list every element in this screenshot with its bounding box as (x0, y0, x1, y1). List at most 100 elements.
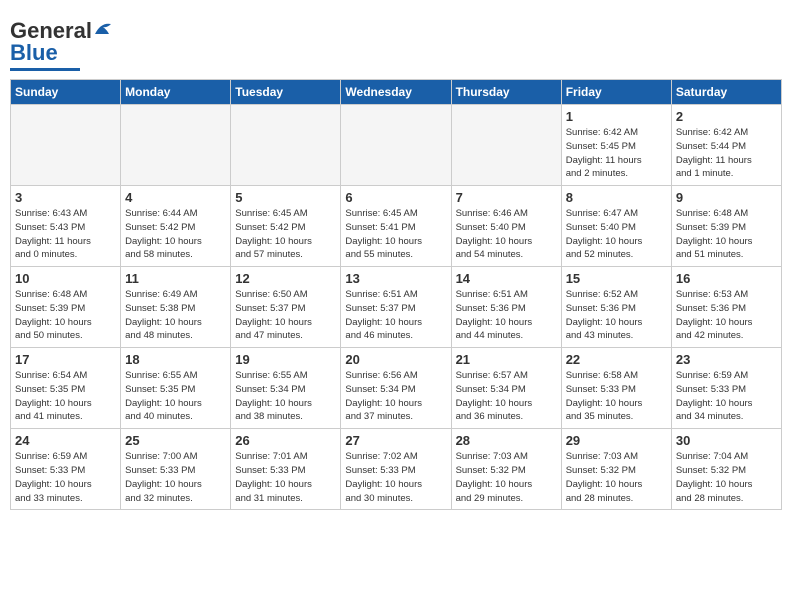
day-number: 15 (566, 271, 667, 286)
day-info: Sunrise: 6:51 AM Sunset: 5:36 PM Dayligh… (456, 288, 557, 343)
day-number: 13 (345, 271, 446, 286)
calendar-cell (121, 105, 231, 186)
day-number: 19 (235, 352, 336, 367)
calendar-body: 1Sunrise: 6:42 AM Sunset: 5:45 PM Daylig… (11, 105, 782, 510)
calendar-cell: 23Sunrise: 6:59 AM Sunset: 5:33 PM Dayli… (671, 348, 781, 429)
day-info: Sunrise: 6:54 AM Sunset: 5:35 PM Dayligh… (15, 369, 116, 424)
calendar-cell: 6 Sunrise: 6:45 AM Sunset: 5:41 PM Daylig… (341, 186, 451, 267)
calendar-cell: 7 Sunrise: 6:46 AM Sunset: 5:40 PM Daylig… (451, 186, 561, 267)
calendar-cell: 14Sunrise: 6:51 AM Sunset: 5:36 PM Dayli… (451, 267, 561, 348)
day-info: Sunrise: 7:01 AM Sunset: 5:33 PM Dayligh… (235, 450, 336, 505)
logo-underline (10, 68, 80, 71)
day-info: Sunrise: 6:57 AM Sunset: 5:34 PM Dayligh… (456, 369, 557, 424)
calendar-cell (341, 105, 451, 186)
calendar-cell: 10 Sunrise: 6:48 AM Sunset: 5:39 PM Dayli… (11, 267, 121, 348)
day-info: Sunrise: 6:50 AM Sunset: 5:37 PM Dayligh… (235, 288, 336, 343)
day-number: 30 (676, 433, 777, 448)
calendar-cell: 8 Sunrise: 6:47 AM Sunset: 5:40 PM Daylig… (561, 186, 671, 267)
logo: General Blue (10, 18, 115, 71)
day-number: 27 (345, 433, 446, 448)
day-info: Sunrise: 6:45 AM Sunset: 5:41 PM Dayligh… (345, 207, 446, 262)
day-number: 9 (676, 190, 777, 205)
calendar-cell: 21 Sunrise: 6:57 AM Sunset: 5:34 PM Dayli… (451, 348, 561, 429)
day-number: 12 (235, 271, 336, 286)
day-number: 4 (125, 190, 226, 205)
day-number: 16 (676, 271, 777, 286)
calendar-cell: 22 Sunrise: 6:58 AM Sunset: 5:33 PM Dayli… (561, 348, 671, 429)
calendar-cell: 25Sunrise: 7:00 AM Sunset: 5:33 PM Dayli… (121, 429, 231, 510)
day-info: Sunrise: 6:48 AM Sunset: 5:39 PM Dayligh… (676, 207, 777, 262)
day-info: Sunrise: 6:46 AM Sunset: 5:40 PM Dayligh… (456, 207, 557, 262)
day-number: 10 (15, 271, 116, 286)
day-info: Sunrise: 6:53 AM Sunset: 5:36 PM Dayligh… (676, 288, 777, 343)
day-info: Sunrise: 6:42 AM Sunset: 5:44 PM Dayligh… (676, 126, 777, 181)
day-number: 3 (15, 190, 116, 205)
day-info: Sunrise: 6:58 AM Sunset: 5:33 PM Dayligh… (566, 369, 667, 424)
calendar-week-row: 10 Sunrise: 6:48 AM Sunset: 5:39 PM Dayli… (11, 267, 782, 348)
calendar-week-row: 17 Sunrise: 6:54 AM Sunset: 5:35 PM Dayli… (11, 348, 782, 429)
calendar-cell: 24Sunrise: 6:59 AM Sunset: 5:33 PM Dayli… (11, 429, 121, 510)
day-number: 8 (566, 190, 667, 205)
day-info: Sunrise: 6:51 AM Sunset: 5:37 PM Dayligh… (345, 288, 446, 343)
calendar-cell: 19 Sunrise: 6:55 AM Sunset: 5:34 PM Dayli… (231, 348, 341, 429)
calendar-day-header: Monday (121, 80, 231, 105)
calendar-cell: 18Sunrise: 6:55 AM Sunset: 5:35 PM Dayli… (121, 348, 231, 429)
calendar-day-header: Wednesday (341, 80, 451, 105)
day-number: 11 (125, 271, 226, 286)
calendar-day-header: Sunday (11, 80, 121, 105)
calendar-cell: 2 Sunrise: 6:42 AM Sunset: 5:44 PM Daylig… (671, 105, 781, 186)
calendar-day-header: Thursday (451, 80, 561, 105)
calendar-cell: 16 Sunrise: 6:53 AM Sunset: 5:36 PM Dayli… (671, 267, 781, 348)
calendar-day-header: Tuesday (231, 80, 341, 105)
day-number: 7 (456, 190, 557, 205)
day-number: 24 (15, 433, 116, 448)
day-number: 17 (15, 352, 116, 367)
day-number: 28 (456, 433, 557, 448)
calendar-week-row: 1Sunrise: 6:42 AM Sunset: 5:45 PM Daylig… (11, 105, 782, 186)
calendar-cell: 1Sunrise: 6:42 AM Sunset: 5:45 PM Daylig… (561, 105, 671, 186)
calendar-cell (11, 105, 121, 186)
day-info: Sunrise: 6:59 AM Sunset: 5:33 PM Dayligh… (676, 369, 777, 424)
day-info: Sunrise: 7:02 AM Sunset: 5:33 PM Dayligh… (345, 450, 446, 505)
day-info: Sunrise: 6:48 AM Sunset: 5:39 PM Dayligh… (15, 288, 116, 343)
day-number: 6 (345, 190, 446, 205)
day-info: Sunrise: 6:47 AM Sunset: 5:40 PM Dayligh… (566, 207, 667, 262)
day-number: 21 (456, 352, 557, 367)
calendar-cell: 3Sunrise: 6:43 AM Sunset: 5:43 PM Daylig… (11, 186, 121, 267)
day-number: 29 (566, 433, 667, 448)
day-number: 22 (566, 352, 667, 367)
day-number: 26 (235, 433, 336, 448)
calendar-cell (231, 105, 341, 186)
calendar-cell: 13 Sunrise: 6:51 AM Sunset: 5:37 PM Dayli… (341, 267, 451, 348)
day-info: Sunrise: 6:49 AM Sunset: 5:38 PM Dayligh… (125, 288, 226, 343)
calendar-cell: 28 Sunrise: 7:03 AM Sunset: 5:32 PM Dayli… (451, 429, 561, 510)
day-info: Sunrise: 6:55 AM Sunset: 5:35 PM Dayligh… (125, 369, 226, 424)
page-header: General Blue (10, 10, 782, 71)
day-info: Sunrise: 7:04 AM Sunset: 5:32 PM Dayligh… (676, 450, 777, 505)
calendar-week-row: 24Sunrise: 6:59 AM Sunset: 5:33 PM Dayli… (11, 429, 782, 510)
day-info: Sunrise: 7:03 AM Sunset: 5:32 PM Dayligh… (456, 450, 557, 505)
day-info: Sunrise: 6:42 AM Sunset: 5:45 PM Dayligh… (566, 126, 667, 181)
calendar-cell: 5 Sunrise: 6:45 AM Sunset: 5:42 PM Daylig… (231, 186, 341, 267)
day-info: Sunrise: 7:00 AM Sunset: 5:33 PM Dayligh… (125, 450, 226, 505)
day-number: 5 (235, 190, 336, 205)
logo-bird-icon (93, 20, 115, 38)
calendar-cell: 4Sunrise: 6:44 AM Sunset: 5:42 PM Daylig… (121, 186, 231, 267)
calendar-cell: 20Sunrise: 6:56 AM Sunset: 5:34 PM Dayli… (341, 348, 451, 429)
calendar-day-header: Saturday (671, 80, 781, 105)
day-info: Sunrise: 6:52 AM Sunset: 5:36 PM Dayligh… (566, 288, 667, 343)
day-info: Sunrise: 7:03 AM Sunset: 5:32 PM Dayligh… (566, 450, 667, 505)
calendar-cell: 17 Sunrise: 6:54 AM Sunset: 5:35 PM Dayli… (11, 348, 121, 429)
day-info: Sunrise: 6:55 AM Sunset: 5:34 PM Dayligh… (235, 369, 336, 424)
logo-blue: Blue (10, 40, 58, 66)
calendar-cell: 30 Sunrise: 7:04 AM Sunset: 5:32 PM Dayli… (671, 429, 781, 510)
calendar-cell: 29 Sunrise: 7:03 AM Sunset: 5:32 PM Dayli… (561, 429, 671, 510)
calendar-cell: 9 Sunrise: 6:48 AM Sunset: 5:39 PM Daylig… (671, 186, 781, 267)
calendar-cell: 12 Sunrise: 6:50 AM Sunset: 5:37 PM Dayli… (231, 267, 341, 348)
calendar-cell: 15 Sunrise: 6:52 AM Sunset: 5:36 PM Dayli… (561, 267, 671, 348)
calendar-cell: 26 Sunrise: 7:01 AM Sunset: 5:33 PM Dayli… (231, 429, 341, 510)
calendar-day-header: Friday (561, 80, 671, 105)
day-number: 2 (676, 109, 777, 124)
day-info: Sunrise: 6:45 AM Sunset: 5:42 PM Dayligh… (235, 207, 336, 262)
calendar-cell (451, 105, 561, 186)
